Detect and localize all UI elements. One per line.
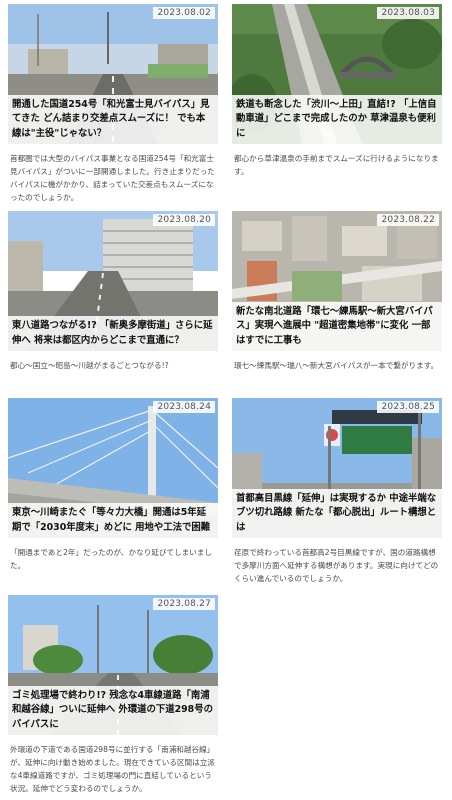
article-card[interactable]: 2023.08.27 ゴミ処理場で終わり!? 残念な4車線道路「南浦和越谷線」つ… — [8, 595, 218, 795]
article-date: 2023.08.22 — [377, 214, 439, 226]
article-thumbnail[interactable]: 2023.08.24 東京～川崎またぐ「等々力大橋」開通は5年延期で「2030年… — [8, 398, 218, 538]
article-description: 環七～練馬駅～瑞八～新大宮バイパスが一本で繋がります。 — [234, 361, 439, 370]
article-card[interactable]: 2023.08.25 首都高目黒線「延伸」は実現するか 中途半端なブツ切れ路線 … — [232, 398, 442, 585]
article-card[interactable]: 2023.08.02 開通した国道254号「和光富士見バイパス」見てきた どん詰… — [8, 4, 218, 204]
article-date: 2023.08.20 — [153, 214, 215, 226]
article-title[interactable]: 鉄道も断念した「渋川～上田」直結!? 「上信自動車道」どこまで完成したのか 草津… — [232, 94, 442, 144]
article-date: 2023.08.27 — [153, 598, 215, 610]
article-date: 2023.08.03 — [377, 7, 439, 19]
article-date: 2023.08.02 — [153, 7, 215, 19]
article-grid: 2023.08.02 開通した国道254号「和光富士見バイパス」見てきた どん詰… — [0, 0, 452, 800]
article-description: 「開通まであと2年」だったのが、かなり延びてしまいました。 — [10, 548, 213, 570]
article-card[interactable]: 2023.08.22 新たな南北道路「環七～練馬駅～新大宮バイパス」実現へ進展中… — [232, 211, 442, 372]
article-title[interactable]: 東京～川崎またぐ「等々力大橋」開通は5年延期で「2030年度末」めどに 用地や工… — [8, 503, 218, 538]
article-thumbnail[interactable]: 2023.08.03 鉄道も断念した「渋川～上田」直結!? 「上信自動車道」どこ… — [232, 4, 442, 144]
article-title[interactable]: ゴミ処理場で終わり!? 残念な4車線道路「南浦和越谷線」ついに延伸へ 外環道の下… — [8, 685, 218, 735]
article-description: 荏原で終わっている首都高2号目黒線ですが、国の道路構想で多摩川方面へ延伸する構想… — [234, 548, 439, 583]
article-thumbnail[interactable]: 2023.08.25 首都高目黒線「延伸」は実現するか 中途半端なブツ切れ路線 … — [232, 398, 442, 538]
article-thumbnail[interactable]: 2023.08.02 開通した国道254号「和光富士見バイパス」見てきた どん詰… — [8, 4, 218, 144]
article-thumbnail[interactable]: 2023.08.22 新たな南北道路「環七～練馬駅～新大宮バイパス」実現へ進展中… — [232, 211, 442, 351]
article-title[interactable]: 新たな南北道路「環七～練馬駅～新大宮バイパス」実現へ進展中 "超道密集地帯"に変… — [232, 301, 442, 351]
article-thumbnail[interactable]: 2023.08.20 東八道路つながる!? 「新奥多摩街道」さらに延伸へ 将来は… — [8, 211, 218, 351]
article-card[interactable]: 2023.08.03 鉄道も断念した「渋川～上田」直結!? 「上信自動車道」どこ… — [232, 4, 442, 178]
article-description: 都心～国立～昭島～川越がまるごとつながる!? — [10, 361, 169, 370]
article-card[interactable]: 2023.08.24 東京～川崎またぐ「等々力大橋」開通は5年延期で「2030年… — [8, 398, 218, 572]
article-description: 首都圏では大型のバイパス事業となる国道254号「和光富士見バイパス」がついに一部… — [10, 154, 215, 202]
article-title[interactable]: 東八道路つながる!? 「新奥多摩街道」さらに延伸へ 将来は都区内からどこまで直通… — [8, 316, 218, 351]
article-card[interactable]: 2023.08.20 東八道路つながる!? 「新奥多摩街道」さらに延伸へ 将来は… — [8, 211, 218, 372]
article-date: 2023.08.25 — [377, 401, 439, 413]
article-thumbnail[interactable]: 2023.08.27 ゴミ処理場で終わり!? 残念な4車線道路「南浦和越谷線」つ… — [8, 595, 218, 735]
article-description: 外環道の下道である国道298号に並行する「南浦和越谷線」が、延伸に向け動き始めま… — [10, 745, 215, 793]
article-description: 都心から草津温泉の手前までスムーズに行けるようになります。 — [234, 154, 439, 176]
article-date: 2023.08.24 — [153, 401, 215, 413]
article-title[interactable]: 開通した国道254号「和光富士見バイパス」見てきた どん詰まり交差点スムーズに！… — [8, 94, 218, 144]
article-title[interactable]: 首都高目黒線「延伸」は実現するか 中途半端なブツ切れ路線 新たな「都心脱出」ルー… — [232, 488, 442, 538]
